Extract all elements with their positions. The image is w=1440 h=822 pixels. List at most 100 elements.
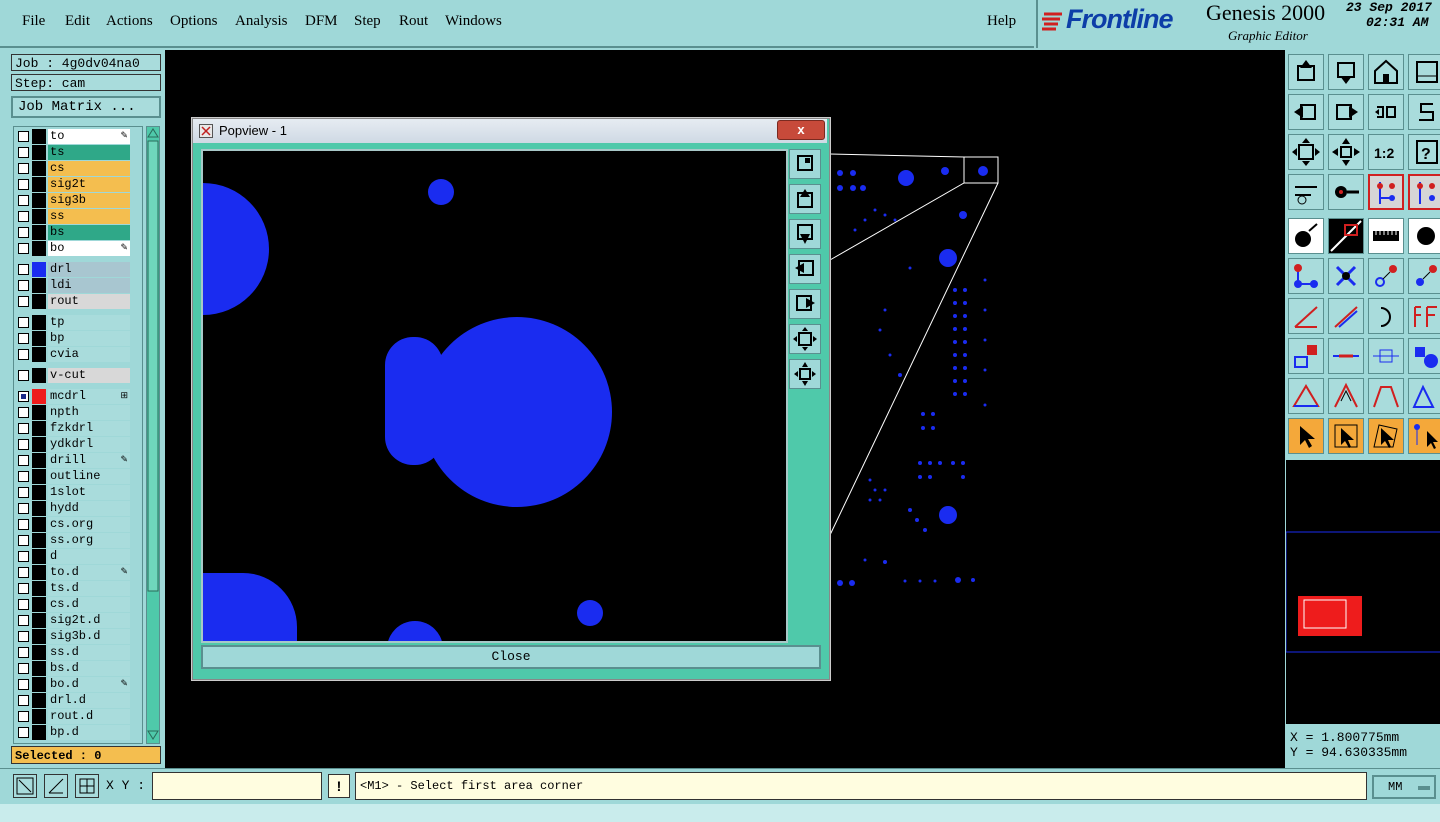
tool-poly-move-button[interactable] bbox=[1368, 378, 1404, 414]
xy-input[interactable] bbox=[152, 772, 322, 800]
layer-color-swatch[interactable] bbox=[32, 709, 46, 724]
layer-row[interactable]: sig3b bbox=[14, 193, 140, 208]
layer-color-swatch[interactable] bbox=[32, 262, 46, 277]
layer-row[interactable]: drl.d bbox=[14, 693, 140, 708]
tool-add-round-button[interactable] bbox=[1408, 218, 1440, 254]
layer-row[interactable]: cs.d bbox=[14, 597, 140, 612]
layer-name[interactable]: ts.d bbox=[48, 581, 130, 596]
tool-line-button[interactable] bbox=[1328, 298, 1364, 334]
layer-name[interactable]: to bbox=[48, 129, 130, 144]
layer-color-swatch[interactable] bbox=[32, 129, 46, 144]
layer-row[interactable]: bs bbox=[14, 225, 140, 240]
tool-polygon-button[interactable] bbox=[1288, 378, 1324, 414]
layer-row[interactable]: bp.d bbox=[14, 725, 140, 740]
layer-name[interactable]: cs.d bbox=[48, 597, 130, 612]
layer-row[interactable]: to.d ✎ bbox=[14, 565, 140, 580]
layer-checkbox[interactable] bbox=[18, 195, 29, 206]
layer-checkbox[interactable] bbox=[18, 583, 29, 594]
layer-color-swatch[interactable] bbox=[32, 177, 46, 192]
layer-checkbox[interactable] bbox=[18, 317, 29, 328]
layer-checkbox[interactable] bbox=[18, 370, 29, 381]
layer-name[interactable]: to.d bbox=[48, 565, 130, 580]
layer-color-swatch[interactable] bbox=[32, 597, 46, 612]
layer-checkbox[interactable] bbox=[18, 487, 29, 498]
layer-name[interactable]: bs.d bbox=[48, 661, 130, 676]
tool-net-extend-button[interactable] bbox=[1408, 174, 1440, 210]
layer-color-swatch[interactable] bbox=[32, 453, 46, 468]
layer-checkbox[interactable] bbox=[18, 163, 29, 174]
popview-zoom-window-button[interactable] bbox=[789, 149, 821, 179]
layer-row[interactable]: sig2t bbox=[14, 177, 140, 192]
layer-name[interactable]: drl.d bbox=[48, 693, 130, 708]
tool-pan-up-button[interactable] bbox=[1288, 54, 1324, 90]
layer-color-swatch[interactable] bbox=[32, 405, 46, 420]
popview-pan-left-button[interactable] bbox=[789, 254, 821, 284]
layer-color-swatch[interactable] bbox=[32, 368, 46, 383]
layer-name[interactable]: fzkdrl bbox=[48, 421, 130, 436]
layer-name[interactable]: sig2t bbox=[48, 177, 130, 192]
layer-name[interactable]: sig3b bbox=[48, 193, 130, 208]
layer-row[interactable]: ss.d bbox=[14, 645, 140, 660]
layer-checkbox[interactable] bbox=[18, 391, 29, 402]
tool-attributes-button[interactable] bbox=[1408, 338, 1440, 374]
layer-checkbox[interactable] bbox=[18, 551, 29, 562]
layer-checkbox[interactable] bbox=[18, 227, 29, 238]
layer-row[interactable]: drl bbox=[14, 262, 140, 277]
layer-checkbox[interactable] bbox=[18, 423, 29, 434]
layer-checkbox[interactable] bbox=[18, 407, 29, 418]
layer-checkbox[interactable] bbox=[18, 333, 29, 344]
tool-probe-button[interactable] bbox=[1328, 174, 1364, 210]
layer-checkbox[interactable] bbox=[18, 455, 29, 466]
menu-file[interactable]: File bbox=[22, 13, 45, 30]
layer-row[interactable]: d bbox=[14, 549, 140, 564]
tool-tools-button[interactable] bbox=[1288, 174, 1324, 210]
layer-checkbox[interactable] bbox=[18, 211, 29, 222]
layer-name[interactable]: cs bbox=[48, 161, 130, 176]
layer-color-swatch[interactable] bbox=[32, 629, 46, 644]
menu-help[interactable]: Help bbox=[987, 13, 1016, 30]
layer-row[interactable]: cs.org bbox=[14, 517, 140, 532]
layer-color-swatch[interactable] bbox=[32, 193, 46, 208]
popview-pan-right-button[interactable] bbox=[789, 289, 821, 319]
layer-row[interactable]: v-cut bbox=[14, 368, 140, 383]
layer-name[interactable]: bp bbox=[48, 331, 130, 346]
tool-zoom-1to2-button[interactable]: 1:2 bbox=[1368, 134, 1404, 170]
tool-line-width-button[interactable] bbox=[1328, 338, 1364, 374]
layer-checkbox[interactable] bbox=[18, 131, 29, 142]
layer-name[interactable]: ydkdrl bbox=[48, 437, 130, 452]
layer-checkbox[interactable] bbox=[18, 264, 29, 275]
layer-color-swatch[interactable] bbox=[32, 613, 46, 628]
layer-name[interactable]: drill bbox=[48, 453, 130, 468]
layer-color-swatch[interactable] bbox=[32, 469, 46, 484]
menu-analysis[interactable]: Analysis bbox=[235, 13, 288, 30]
layer-color-swatch[interactable] bbox=[32, 661, 46, 676]
popview-close-button[interactable]: Close bbox=[201, 645, 821, 669]
layer-name[interactable]: ts bbox=[48, 145, 130, 160]
popview-zoom-home-button[interactable] bbox=[789, 324, 821, 354]
layer-color-swatch[interactable] bbox=[32, 693, 46, 708]
layer-color-swatch[interactable] bbox=[32, 437, 46, 452]
layer-row[interactable]: cvia bbox=[14, 347, 140, 362]
tool-poly-copy-button[interactable] bbox=[1408, 378, 1440, 414]
layer-checkbox[interactable] bbox=[18, 503, 29, 514]
layer-checkbox[interactable] bbox=[18, 349, 29, 360]
layer-row[interactable]: ts bbox=[14, 145, 140, 160]
layer-name[interactable]: bs bbox=[48, 225, 130, 240]
popview-titlebar[interactable]: Popview - 1 x bbox=[193, 119, 827, 143]
menu-rout[interactable]: Rout bbox=[399, 13, 428, 30]
grid-mode-button[interactable] bbox=[75, 774, 99, 798]
menu-step[interactable]: Step bbox=[354, 13, 381, 30]
layer-color-swatch[interactable] bbox=[32, 161, 46, 176]
layer-color-swatch[interactable] bbox=[32, 225, 46, 240]
layer-list-scrollbar[interactable] bbox=[146, 126, 160, 744]
layer-checkbox[interactable] bbox=[18, 631, 29, 642]
tool-resize-button[interactable] bbox=[1368, 338, 1404, 374]
layer-row[interactable]: ldi bbox=[14, 278, 140, 293]
layer-color-swatch[interactable] bbox=[32, 645, 46, 660]
layer-name[interactable]: cs.org bbox=[48, 517, 130, 532]
layer-name[interactable]: outline bbox=[48, 469, 130, 484]
layer-row[interactable]: ss.org bbox=[14, 533, 140, 548]
tool-home-button[interactable] bbox=[1368, 54, 1404, 90]
layer-checkbox[interactable] bbox=[18, 471, 29, 482]
angle-mode-button[interactable] bbox=[44, 774, 68, 798]
